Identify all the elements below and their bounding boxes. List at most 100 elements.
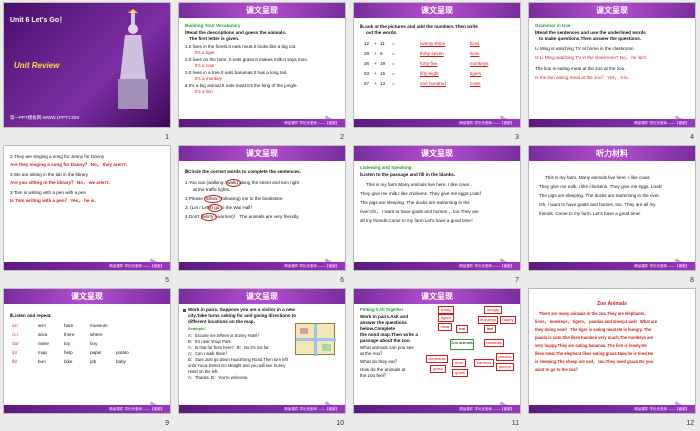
passage-line: They give me milk. I like chickens. They… — [539, 184, 663, 189]
mind-map-node: tired — [452, 359, 466, 367]
decorative-curve — [494, 85, 520, 123]
instruction-line: ⅡListen and repeat. — [10, 313, 52, 318]
slide-thumbnail-3[interactable]: 课文呈现 ⅡLook at the pictures and add the n… — [353, 2, 521, 128]
slide-number: 7 — [515, 277, 519, 284]
instruction-line: ⅠListen to the passage and fill in the b… — [360, 172, 456, 177]
number-a: 26 — [364, 61, 370, 66]
slide-cell-1[interactable]: Unit 6 Let's Go！ Unit Review 第一PPT模板网-WW… — [0, 0, 175, 143]
slide-thumbnail-10[interactable]: 课文呈现 Work in pairs. Suppose you are a vi… — [178, 288, 346, 414]
passage-line: friends. Come to my farm. Let's have a g… — [539, 211, 641, 216]
passage-line: very happy.They are eating bananas. The … — [535, 343, 647, 348]
passage-line: lions， monkeys， tigers， pandas and sheep… — [535, 319, 658, 324]
slide-banner: 课文呈现 — [354, 289, 520, 304]
slide-number: 9 — [165, 420, 169, 427]
slide-number: 8 — [690, 277, 694, 284]
slide-cell-12[interactable]: Zoo Animals There are many animals in th… — [525, 286, 700, 429]
slide-cell-6[interactable]: 课文呈现 ⅢCircle the correct words to comple… — [175, 143, 350, 286]
animal-word: tigers — [470, 71, 482, 76]
mind-map-node: bamboo — [474, 359, 494, 367]
word: map — [38, 350, 47, 355]
passage-line: all my friends.Come to my farm.Let's hav… — [360, 218, 476, 223]
slide-thumbnail-9[interactable]: 课文呈现 ⅡListen and repeat. /ɑː/ arm hare m… — [3, 288, 171, 414]
city-map-image — [295, 323, 336, 356]
instruction-line: out the words. — [366, 30, 398, 35]
answer-circle — [201, 213, 217, 221]
slide-banner: 课文呈现 — [179, 3, 345, 18]
answer-line: Are they singing a song for Danny？ No， t… — [10, 162, 127, 167]
section-heading: Putting It All Together — [360, 307, 404, 312]
slide-thumbnail-7[interactable]: 课文呈现 Listening and Speaking ⅠListen to t… — [353, 145, 521, 271]
question-line: at the zoo？ — [360, 351, 385, 356]
answer-word: fifty-eight — [420, 71, 439, 76]
word: help — [64, 350, 73, 355]
number-a: 12 — [364, 41, 370, 46]
word: area — [38, 332, 48, 337]
slide-cell-11[interactable]: 课文呈现 Putting It All Together Work in pai… — [350, 286, 525, 429]
slide-thumbnail-2[interactable]: 课文呈现 Building Your Vocabulary ⅠRead the … — [178, 2, 346, 128]
passage-line: The pigs are sleeping. The ducks are swi… — [539, 193, 660, 198]
slide-cell-2[interactable]: 课文呈现 Building Your Vocabulary ⅠRead the … — [175, 0, 350, 143]
slide-grid: Unit 6 Let's Go！ Unit Review 第一PPT模板网-WW… — [0, 0, 700, 431]
answer-circle — [226, 179, 241, 187]
answer-word: one hundred — [420, 81, 446, 86]
decorative-curve — [494, 371, 520, 409]
slide-thumbnail-1[interactable]: Unit 6 Let's Go！ Unit Review 第一PPT模板网-WW… — [3, 2, 171, 128]
slide-cell-7[interactable]: 课文呈现 Listening and Speaking ⅠListen to t… — [350, 143, 525, 286]
decorative-curve — [669, 85, 695, 123]
slide-thumbnail-11[interactable]: 课文呈现 Putting It All Together Work in pai… — [353, 288, 521, 414]
phonetic-symbol: /b/ — [12, 359, 18, 364]
plus-sign: + — [374, 71, 377, 76]
dialogue-line: A：Thanks. B：You're welcome. — [188, 375, 249, 380]
decorative-curve — [144, 228, 170, 266]
slide-banner: 课文呈现 — [529, 3, 695, 18]
slide-thumbnail-6[interactable]: 课文呈现 ⅢCircle the correct words to comple… — [178, 145, 346, 271]
equals-sign: = — [392, 71, 395, 76]
mind-map-node: happy — [500, 316, 516, 324]
decorative-curve — [494, 228, 520, 266]
passage-title: Zoo Animals — [597, 301, 627, 307]
word: baby — [116, 359, 126, 364]
slide-number: 12 — [686, 420, 694, 427]
answer-line: Is Tom writing with a pen？ Yes， he is. — [10, 198, 96, 203]
mind-map-node: pandas — [496, 353, 514, 361]
slide-cell-5[interactable]: 2.They are singing a song for Jenny for … — [0, 143, 175, 286]
slide-cell-4[interactable]: 课文呈现 Grammar in Use ⅠRead the sentences … — [525, 0, 700, 143]
slide-thumbnail-8[interactable]: 听力材料 This is my farm. Many animals live … — [528, 145, 696, 271]
exercise-line: 2.They are singing a song for Jenny for … — [10, 154, 105, 159]
word: hare — [64, 323, 74, 328]
plus-sign: + — [374, 61, 377, 66]
slide-cell-3[interactable]: 课文呈现 ⅡLook at the pictures and add the n… — [350, 0, 525, 143]
answer-line: Is Li Ming watching TV in the classroom?… — [535, 55, 648, 60]
mind-map-center: Zoo animals — [450, 339, 474, 350]
answer-line: It's a lion — [195, 89, 213, 94]
slide-banner: 课文呈现 — [4, 289, 170, 304]
answer-word: forty-five — [420, 61, 438, 66]
slide-footer: 精品课件 学长光老师 ——【谢谢】 — [179, 119, 345, 127]
plus-sign: + — [374, 41, 377, 46]
slide-cell-8[interactable]: 听力材料 This is my farm. Many animals live … — [525, 143, 700, 286]
slide-thumbnail-12[interactable]: Zoo Animals There are many animals in th… — [528, 288, 696, 414]
slide-number: 6 — [340, 277, 344, 284]
number-b: 15 — [380, 71, 386, 76]
equals-sign: = — [392, 81, 395, 86]
section-heading: Grammar in Use — [535, 23, 571, 28]
word: toy — [64, 341, 71, 346]
instruction-line: ⅢCircle the correct words to complete th… — [185, 169, 302, 174]
slide-number: 10 — [336, 420, 344, 427]
answer-line: Are you sitting in the library？ No， we a… — [10, 180, 110, 185]
slide-footer-link[interactable]: 第一PPT模板网-WWW.1PPT.COM — [10, 115, 79, 121]
example-label: Example： — [188, 326, 209, 331]
slide-thumbnail-5[interactable]: 2.They are singing a song for Jenny for … — [3, 145, 171, 271]
slide-cell-10[interactable]: 课文呈现 Work in pairs. Suppose you are a vi… — [175, 286, 350, 429]
decorative-curve — [319, 371, 345, 409]
number-a: 53 — [364, 71, 370, 76]
answer-word: twenty-three — [420, 41, 446, 46]
equals-sign: = — [392, 61, 395, 66]
animal-word: monkeys — [470, 61, 489, 66]
decorative-curve — [319, 228, 345, 266]
slide-thumbnail-4[interactable]: 课文呈现 Grammar in Use ⅠRead the sentences … — [528, 2, 696, 128]
word: job — [90, 359, 97, 364]
slide-cell-9[interactable]: 课文呈现 ⅡListen and repeat. /ɑː/ arm hare m… — [0, 286, 175, 429]
statue-of-liberty-icon — [118, 9, 148, 109]
slide-footer: 精品课件 学长光老师 ——【谢谢】 — [179, 405, 345, 413]
